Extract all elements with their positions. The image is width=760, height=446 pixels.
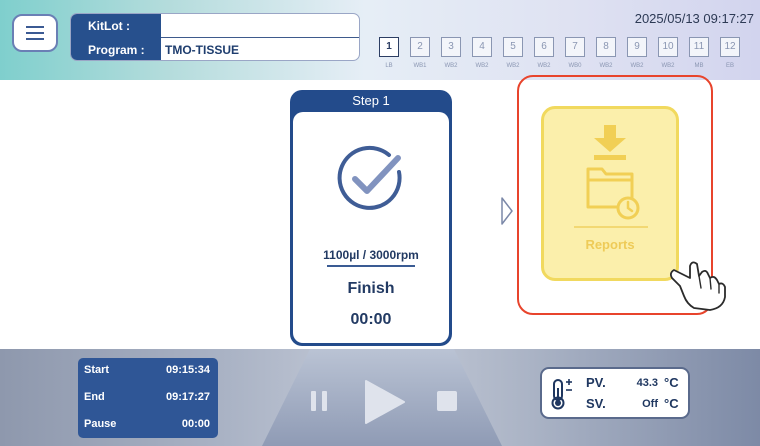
end-row: End 09:17:27 bbox=[78, 385, 218, 411]
pv-label: PV. bbox=[586, 375, 606, 390]
step-tab-sublabel-2: WB1 bbox=[413, 63, 427, 69]
step-tab-sublabel-4: WB2 bbox=[475, 63, 489, 69]
menu-icon bbox=[26, 26, 44, 40]
datetime-display: 2025/05/13 09:17:27 bbox=[634, 11, 754, 26]
step-tab-10[interactable]: 10 bbox=[658, 37, 678, 57]
step-tab-sublabel-3: WB2 bbox=[444, 63, 458, 69]
next-arrow-icon[interactable] bbox=[500, 196, 514, 226]
step-title: Step 1 bbox=[352, 93, 390, 108]
step-tab-sublabel-10: WB2 bbox=[661, 63, 675, 69]
step-tab-4[interactable]: 4 bbox=[472, 37, 492, 57]
end-label: End bbox=[84, 391, 105, 403]
hand-pointer-icon bbox=[669, 261, 726, 311]
step-tab-2[interactable]: 2 bbox=[410, 37, 430, 57]
params-underline bbox=[327, 265, 415, 267]
reports-button[interactable]: Reports bbox=[541, 106, 679, 281]
step-tab-sublabel-8: WB2 bbox=[599, 63, 613, 69]
time-panel: Start 09:15:34 End 09:17:27 Pause 00:00 bbox=[78, 358, 218, 438]
program-label: Program : bbox=[71, 38, 161, 60]
thermometer-icon bbox=[551, 379, 572, 410]
play-icon[interactable] bbox=[364, 379, 406, 425]
step-tab-sublabel-1: LB bbox=[385, 63, 393, 69]
sv-unit: °C bbox=[664, 396, 679, 411]
kitlot-label: KitLot : bbox=[71, 14, 161, 38]
step-tab-7[interactable]: 7 bbox=[565, 37, 585, 57]
step-status: Finish bbox=[347, 280, 395, 297]
end-time: 09:17:27 bbox=[165, 391, 210, 403]
step-tab-8[interactable]: 8 bbox=[596, 37, 616, 57]
sv-value: Off bbox=[642, 398, 658, 410]
current-step-panel: Step 1 1100µl / 3000rpm Finish 00:00 bbox=[290, 90, 452, 346]
pv-unit: °C bbox=[664, 375, 679, 390]
pause-icon[interactable] bbox=[311, 391, 327, 411]
step-tab-9[interactable]: 9 bbox=[627, 37, 647, 57]
pv-row: PV. 43.3 °C bbox=[586, 375, 686, 395]
stop-icon[interactable] bbox=[437, 391, 457, 411]
pause-row: Pause 00:00 bbox=[78, 412, 218, 438]
start-time: 09:15:34 bbox=[165, 364, 210, 376]
check-circle-icon bbox=[337, 145, 402, 210]
reports-label: Reports bbox=[585, 237, 635, 252]
menu-button[interactable] bbox=[12, 14, 58, 52]
header-bar: KitLot : Program : TMO-TISSUE 2025/05/13… bbox=[0, 0, 760, 80]
pause-time: 00:00 bbox=[181, 418, 210, 430]
step-tab-sublabel-6: WB2 bbox=[537, 63, 551, 69]
temperature-panel: PV. 43.3 °C SV. Off °C bbox=[540, 367, 690, 419]
step-tab-6[interactable]: 6 bbox=[534, 37, 554, 57]
step-tab-sublabel-11: MB bbox=[694, 63, 704, 69]
step-tab-sublabel-9: WB2 bbox=[630, 63, 644, 69]
sv-label: SV. bbox=[586, 396, 606, 411]
step-tab-sublabel-12: EB bbox=[725, 63, 734, 69]
program-info-card: KitLot : Program : TMO-TISSUE bbox=[70, 13, 360, 61]
step-time: 00:00 bbox=[350, 311, 392, 328]
step-tab-sublabel-5: WB2 bbox=[506, 63, 520, 69]
step-tab-sublabel-7: WB0 bbox=[568, 63, 582, 69]
start-row: Start 09:15:34 bbox=[78, 358, 218, 384]
step-tab-12[interactable]: 12 bbox=[720, 37, 740, 57]
step-tab-11[interactable]: 11 bbox=[689, 37, 709, 57]
download-folder-icon bbox=[586, 125, 640, 220]
reports-divider bbox=[574, 226, 648, 228]
sv-row: SV. Off °C bbox=[586, 396, 686, 416]
program-row: Program : TMO-TISSUE bbox=[71, 38, 359, 60]
pause-label: Pause bbox=[84, 418, 117, 430]
program-value: TMO-TISSUE bbox=[165, 43, 239, 57]
pv-value: 43.3 bbox=[636, 377, 658, 389]
start-label: Start bbox=[84, 364, 110, 376]
kitlot-row: KitLot : bbox=[71, 14, 359, 38]
step-tab-1[interactable]: 1 bbox=[379, 37, 399, 57]
step-tab-3[interactable]: 3 bbox=[441, 37, 461, 57]
step-card: 1100µl / 3000rpm Finish 00:00 bbox=[293, 112, 449, 343]
step-params: 1100µl / 3000rpm bbox=[323, 248, 419, 262]
step-tab-5[interactable]: 5 bbox=[503, 37, 523, 57]
